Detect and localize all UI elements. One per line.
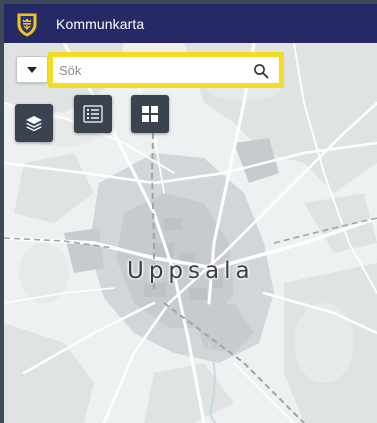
search-highlight [48, 52, 284, 88]
magnifier-icon[interactable] [253, 63, 269, 79]
app-frame: Kommunkarta Sök Uppsala [0, 0, 377, 423]
map-canvas[interactable]: Uppsala [4, 43, 377, 423]
caret-down-icon [27, 66, 37, 73]
municipal-crest-icon [15, 11, 39, 37]
header-bar: Kommunkarta [4, 4, 377, 43]
map-basemap [4, 43, 377, 423]
search-input[interactable] [53, 59, 241, 81]
legend-button[interactable] [74, 95, 112, 133]
layers-button[interactable] [15, 104, 53, 142]
grid-icon [142, 106, 158, 122]
app-title: Kommunkarta [56, 15, 145, 32]
map-place-label: Uppsala [127, 258, 255, 284]
themes-button[interactable] [131, 95, 169, 133]
list-icon [83, 105, 103, 123]
search-options-dropdown[interactable] [16, 56, 48, 83]
layers-icon [26, 116, 42, 132]
search-box [53, 57, 279, 83]
